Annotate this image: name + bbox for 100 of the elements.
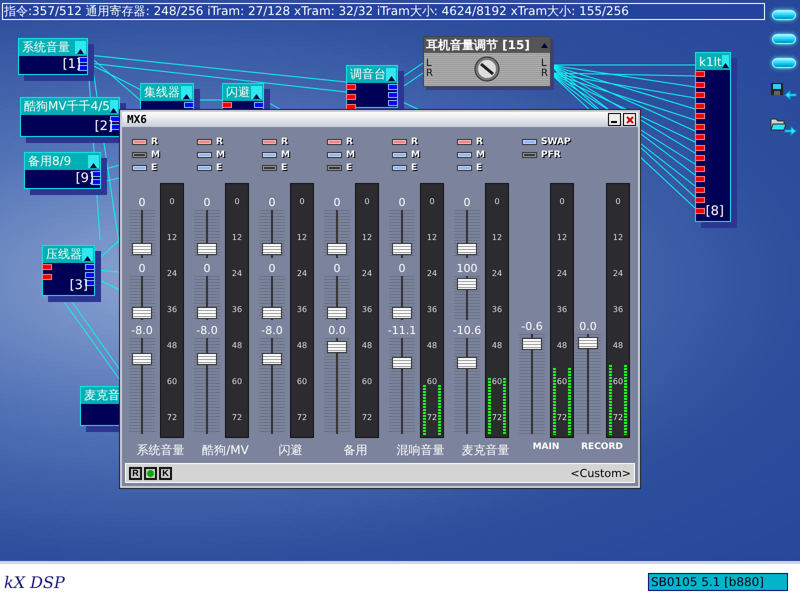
fader-thumb[interactable]: [197, 306, 217, 319]
toggle-button[interactable]: [262, 152, 277, 158]
meter-scale-label: 48: [492, 340, 502, 352]
fader-thumb[interactable]: [262, 353, 282, 366]
meter-scale-label: 36: [426, 304, 438, 316]
fader-thumb[interactable]: [578, 336, 598, 349]
module-title: 压线器: [46, 246, 82, 263]
toggle-button[interactable]: [457, 165, 472, 172]
meter-scale-label: 24: [492, 268, 502, 280]
save-icon[interactable]: [770, 82, 798, 102]
fader-thumb[interactable]: [197, 353, 217, 366]
fader-thumb[interactable]: [392, 242, 412, 255]
meter-scale-label: 0: [169, 196, 175, 208]
fader-value: 0: [398, 196, 406, 210]
footer-button[interactable]: R: [129, 466, 142, 480]
toggle-button[interactable]: [522, 152, 537, 158]
module-title: k1lt: [699, 54, 722, 68]
collapse-button[interactable]: [181, 86, 192, 99]
pill-button[interactable]: [772, 58, 796, 68]
meter-scale-label: 0: [494, 196, 500, 208]
fader-thumb[interactable]: [327, 306, 347, 319]
toggle-button[interactable]: [392, 165, 407, 172]
toggle-button[interactable]: [197, 152, 212, 158]
toggle-button[interactable]: [197, 139, 212, 146]
fader-thumb[interactable]: [392, 357, 412, 370]
minimize-button[interactable]: [608, 113, 621, 126]
collapse-icon: [77, 49, 84, 54]
knob-icon[interactable]: [474, 56, 500, 82]
footer-button[interactable]: K: [159, 466, 172, 480]
meter-scale-label: 24: [232, 268, 242, 280]
meter-scale-label: 0: [615, 196, 621, 208]
fader-value: 0: [464, 196, 470, 210]
toggle-button[interactable]: [392, 152, 407, 158]
fader-thumb[interactable]: [132, 353, 152, 366]
preset-name: <Custom>: [570, 466, 631, 480]
toggle-button[interactable]: [392, 139, 407, 146]
collapse-button[interactable]: [75, 41, 86, 54]
channel-name: 混响音量: [396, 442, 446, 460]
toggle-button[interactable]: [262, 165, 277, 172]
footer-button[interactable]: [144, 466, 157, 480]
toggle-label: SWAP: [541, 137, 571, 148]
toggle-button[interactable]: [197, 165, 212, 172]
collapse-button[interactable]: [88, 155, 99, 168]
channel-name: 闪避: [278, 442, 304, 460]
fader-value: 0: [204, 196, 210, 210]
toggle-button[interactable]: [327, 165, 342, 172]
collapse-button[interactable]: [251, 86, 262, 99]
toggle-button[interactable]: [327, 152, 342, 158]
volume-knob-module[interactable]: 耳机音量调节 [15] L R L R: [423, 36, 551, 87]
pill-button[interactable]: [772, 10, 796, 20]
device-name: SB0105 5.1 [b880]: [648, 573, 788, 591]
fader-thumb[interactable]: [392, 306, 412, 319]
pill-button[interactable]: [772, 34, 796, 44]
toggle-label: R: [281, 137, 288, 148]
meter-scale-label: 48: [362, 340, 372, 352]
fader-value: 0: [268, 262, 276, 276]
collapse-icon: [84, 256, 91, 261]
fader-thumb[interactable]: [457, 242, 477, 255]
collapse-button[interactable]: [722, 55, 729, 68]
meter-scale-label: 36: [492, 304, 502, 316]
window-title: MX6: [127, 113, 147, 126]
toggle-button[interactable]: [132, 152, 147, 158]
module-number: [8]: [706, 204, 724, 219]
fader-thumb[interactable]: [262, 242, 282, 255]
fader-value: 0: [334, 196, 340, 210]
fader-thumb[interactable]: [327, 340, 347, 353]
toggle-button[interactable]: [132, 139, 147, 146]
fader-thumb[interactable]: [457, 278, 477, 290]
toggle-button[interactable]: [262, 139, 277, 146]
fader-thumb[interactable]: [522, 338, 542, 350]
toggle-label: E: [476, 163, 482, 174]
meter-scale-label: 12: [492, 232, 502, 244]
collapse-button[interactable]: [386, 68, 396, 81]
fader-thumb[interactable]: [132, 306, 152, 319]
meter-scale-label: 0: [234, 196, 240, 208]
fader-thumb[interactable]: [132, 242, 152, 255]
toggle-button[interactable]: [457, 152, 472, 158]
fader-thumb[interactable]: [457, 357, 477, 370]
module-number: [3]: [70, 278, 88, 293]
collapse-button[interactable]: [82, 248, 93, 261]
meter-scale-label: 0: [364, 196, 370, 208]
collapse-button[interactable]: [110, 100, 118, 113]
meter-scale-label: 12: [612, 232, 624, 244]
input-port[interactable]: [222, 102, 232, 108]
toggle-button[interactable]: [132, 165, 147, 172]
fader-thumb[interactable]: [262, 306, 282, 319]
toggle-button[interactable]: [522, 139, 537, 146]
fader-value: 0.0: [579, 320, 597, 334]
toggle-button[interactable]: [327, 139, 342, 146]
meter-scale-label: 48: [556, 340, 568, 352]
fader-thumb[interactable]: [197, 242, 217, 255]
toggle-button[interactable]: [457, 139, 472, 146]
toggle-label: E: [411, 163, 418, 174]
folder-icon[interactable]: [770, 116, 798, 138]
meter-scale-label: 0: [299, 196, 305, 208]
channel-name: 酷狗/MV: [201, 442, 250, 460]
collapse-icon: [110, 108, 118, 113]
module-title: 系统音量: [22, 39, 70, 56]
close-button[interactable]: [623, 113, 636, 126]
fader-thumb[interactable]: [327, 242, 347, 255]
